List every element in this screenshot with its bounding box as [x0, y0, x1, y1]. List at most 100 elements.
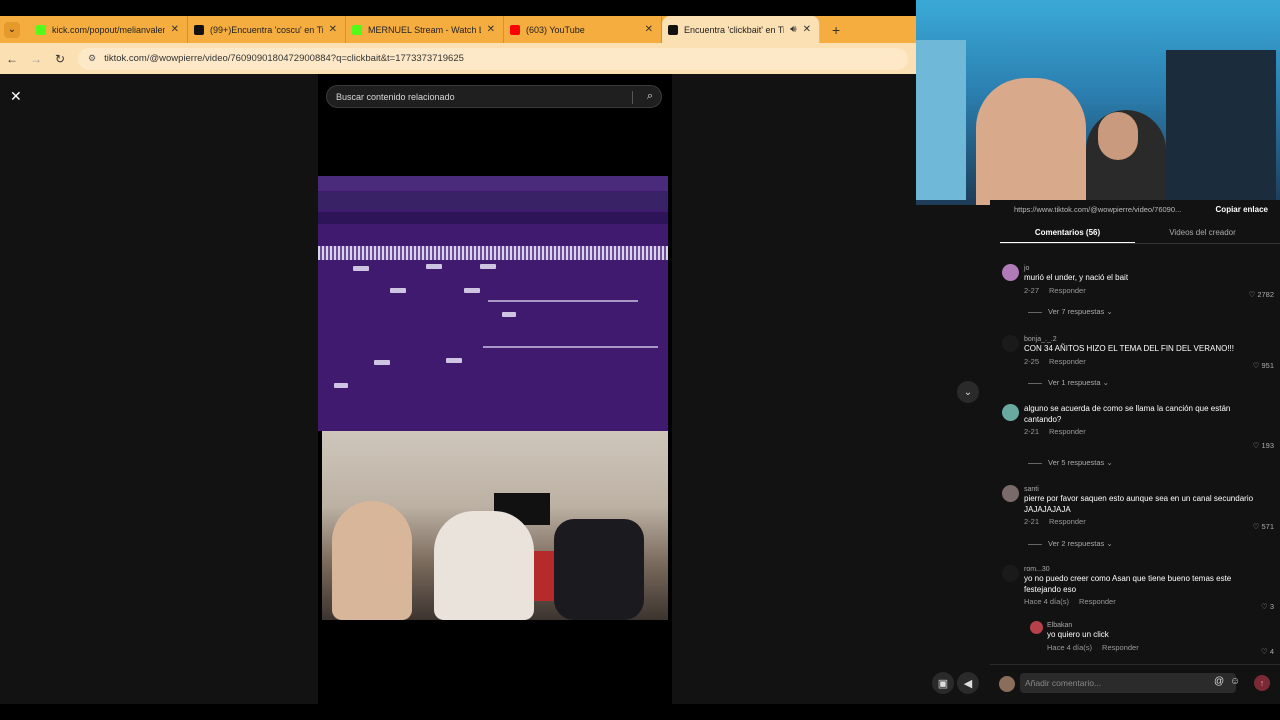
tab-strip: ⌄ kick.com/popout/melianvalen/c ✕ (99+)E… — [0, 16, 916, 43]
avatar[interactable] — [1002, 335, 1019, 352]
avatar — [999, 676, 1015, 692]
comment-item: alguno se acuerda de como se llama la ca… — [1002, 404, 1274, 472]
tab-label: Encuentra 'clickbait' en TikTo — [684, 24, 785, 35]
emoji-icon[interactable]: ☺ — [1230, 676, 1240, 687]
close-tab-icon[interactable]: ✕ — [171, 24, 179, 35]
close-tab-icon[interactable]: ✕ — [803, 24, 811, 35]
like-count: 951 — [1261, 361, 1274, 370]
view-replies-button[interactable]: Ver 5 respuestas ⌄ — [1028, 458, 1113, 467]
comment-username[interactable]: rom...30 — [1024, 565, 1254, 574]
youtube-icon — [510, 24, 520, 35]
reply-date: Hace 4 día(s) — [1047, 642, 1093, 652]
scroll-down-icon[interactable]: ⌄ — [957, 381, 979, 403]
comments-tabs: Comentarios (56) Videos del creador — [1000, 224, 1280, 244]
like-button[interactable]: ♡ 193 — [1253, 441, 1274, 450]
tab-creator-videos[interactable]: Videos del creador — [1135, 224, 1270, 243]
avatar[interactable] — [1002, 485, 1019, 502]
volume-icon[interactable]: ◀︎ — [957, 672, 979, 694]
comment-username[interactable]: bonja_._.2 — [1024, 335, 1254, 344]
reply-button[interactable]: Responder — [1102, 643, 1139, 652]
reply-button[interactable]: Responder — [1049, 517, 1086, 526]
avatar[interactable] — [1002, 565, 1019, 582]
browser-tab-2[interactable]: (99+)Encuentra 'coscu' en TikTo ✕ — [188, 16, 346, 43]
reply-button[interactable]: Responder — [1079, 597, 1116, 606]
like-count: 2782 — [1257, 290, 1274, 299]
comment-item: rom...30 yo no puedo creer como Asan que… — [1002, 565, 1274, 611]
new-tab-icon[interactable]: + — [832, 22, 840, 38]
daw-clip — [390, 288, 406, 293]
kick-icon — [352, 24, 362, 35]
comment-text: pierre por favor saquen esto aunque sea … — [1024, 494, 1254, 514]
daw-clip — [446, 358, 462, 363]
avatar[interactable] — [1030, 621, 1043, 634]
miniplayer-icon[interactable]: ▣ — [932, 672, 954, 694]
browser-tab-4[interactable]: (603) YouTube ✕ — [504, 16, 662, 43]
share-link[interactable]: https://www.tiktok.com/@wowpierre/video/… — [990, 205, 1216, 214]
comment-username[interactable]: santi — [1024, 485, 1254, 494]
close-tab-icon[interactable]: ✕ — [329, 24, 337, 35]
view-replies-label: Ver 5 respuestas — [1048, 458, 1105, 467]
copy-link-button[interactable]: Copiar enlace — [1216, 205, 1268, 214]
reply-item: Elbakan yo quiero un click Hace 4 día(s)… — [1030, 621, 1274, 657]
related-search-input[interactable]: Buscar contenido relacionado ⌕ — [326, 85, 662, 108]
close-tab-icon[interactable]: ✕ — [487, 24, 495, 35]
daw-waveform — [318, 246, 668, 260]
divider — [632, 91, 633, 104]
comment-text: CON 34 AÑITOS HIZO EL TEMA DEL FIN DEL V… — [1024, 344, 1234, 353]
kick-icon — [36, 24, 46, 35]
daw-ruler — [318, 212, 668, 224]
daw-clip — [374, 360, 390, 365]
browser-tab-3[interactable]: MERNUEL Stream - Watch Live ✕ — [346, 16, 504, 43]
speaker-icon[interactable]: 🔊︎ — [790, 24, 796, 35]
like-count: 3 — [1269, 602, 1274, 611]
comment-input[interactable]: Añadir comentario... — [1020, 673, 1236, 693]
reply-button[interactable]: Responder — [1049, 286, 1086, 295]
reply-button[interactable]: Responder — [1049, 427, 1086, 436]
comment-item: jo murió el under, y nació el bait 2-27 R… — [1002, 264, 1274, 322]
background-shelf — [1166, 50, 1276, 200]
send-icon[interactable]: ↑ — [1254, 675, 1270, 691]
comment-composer: Añadir comentario... @ ☺ ↑ — [990, 664, 1280, 700]
video-frame-daw — [318, 176, 668, 431]
like-button[interactable]: ♡ 571 — [1253, 522, 1274, 531]
screen: ⌄ kick.com/popout/melianvalen/c ✕ (99+)E… — [0, 0, 1280, 720]
avatar[interactable] — [1002, 404, 1019, 421]
address-bar[interactable]: ⚙ tiktok.com/@wowpierre/video/7609090180… — [78, 47, 908, 70]
reply-username[interactable]: Elbakan — [1047, 621, 1277, 630]
browser-tab-5-active[interactable]: Encuentra 'clickbait' en TikTo 🔊︎ ✕ — [662, 16, 820, 43]
close-icon[interactable]: ✕ — [10, 88, 22, 105]
comment-date: 2-21 — [1024, 517, 1040, 526]
comment-date: 2-21 — [1024, 427, 1040, 436]
like-button[interactable]: ♡ 4 — [1261, 647, 1274, 656]
daw-clip — [353, 266, 369, 271]
view-replies-button[interactable]: Ver 1 respuesta ⌄ — [1028, 378, 1109, 387]
like-button[interactable]: ♡ 3 — [1261, 602, 1274, 611]
comment-username[interactable]: jo — [1024, 264, 1254, 273]
mention-icon[interactable]: @ — [1214, 676, 1224, 687]
person — [976, 78, 1086, 205]
forward-icon[interactable]: → — [24, 52, 48, 66]
tab-label: kick.com/popout/melianvalen/c — [52, 24, 165, 35]
like-button[interactable]: ♡ 951 — [1253, 361, 1274, 370]
like-button[interactable]: ♡ 2782 — [1249, 290, 1275, 299]
view-replies-button[interactable]: Ver 7 respuestas ⌄ — [1028, 307, 1113, 316]
back-icon[interactable]: ← — [0, 52, 24, 66]
reload-icon[interactable]: ↻ — [48, 52, 72, 66]
search-icon[interactable]: ⌕ — [647, 90, 653, 103]
comment-item: santi pierre por favor saquen esto aunqu… — [1002, 485, 1274, 553]
daw-toolbar — [318, 192, 668, 210]
tab-comments[interactable]: Comentarios (56) — [1000, 224, 1135, 243]
avatar[interactable] — [1002, 264, 1019, 281]
daw-clip — [464, 288, 480, 293]
browser-tab-1[interactable]: kick.com/popout/melianvalen/c ✕ — [30, 16, 188, 43]
comment-date: 2-25 — [1024, 356, 1040, 366]
site-info-icon[interactable]: ⚙ — [88, 53, 96, 64]
daw-clip — [502, 312, 516, 317]
view-replies-button[interactable]: Ver 2 respuestas ⌄ — [1028, 539, 1113, 548]
reply-button[interactable]: Responder — [1049, 357, 1086, 366]
close-tab-icon[interactable]: ✕ — [645, 24, 653, 35]
streamer-webcam — [916, 0, 1280, 205]
daw-toolbar — [318, 176, 668, 191]
tab-search-icon[interactable]: ⌄ — [4, 21, 20, 38]
daw-track-line — [488, 300, 638, 302]
